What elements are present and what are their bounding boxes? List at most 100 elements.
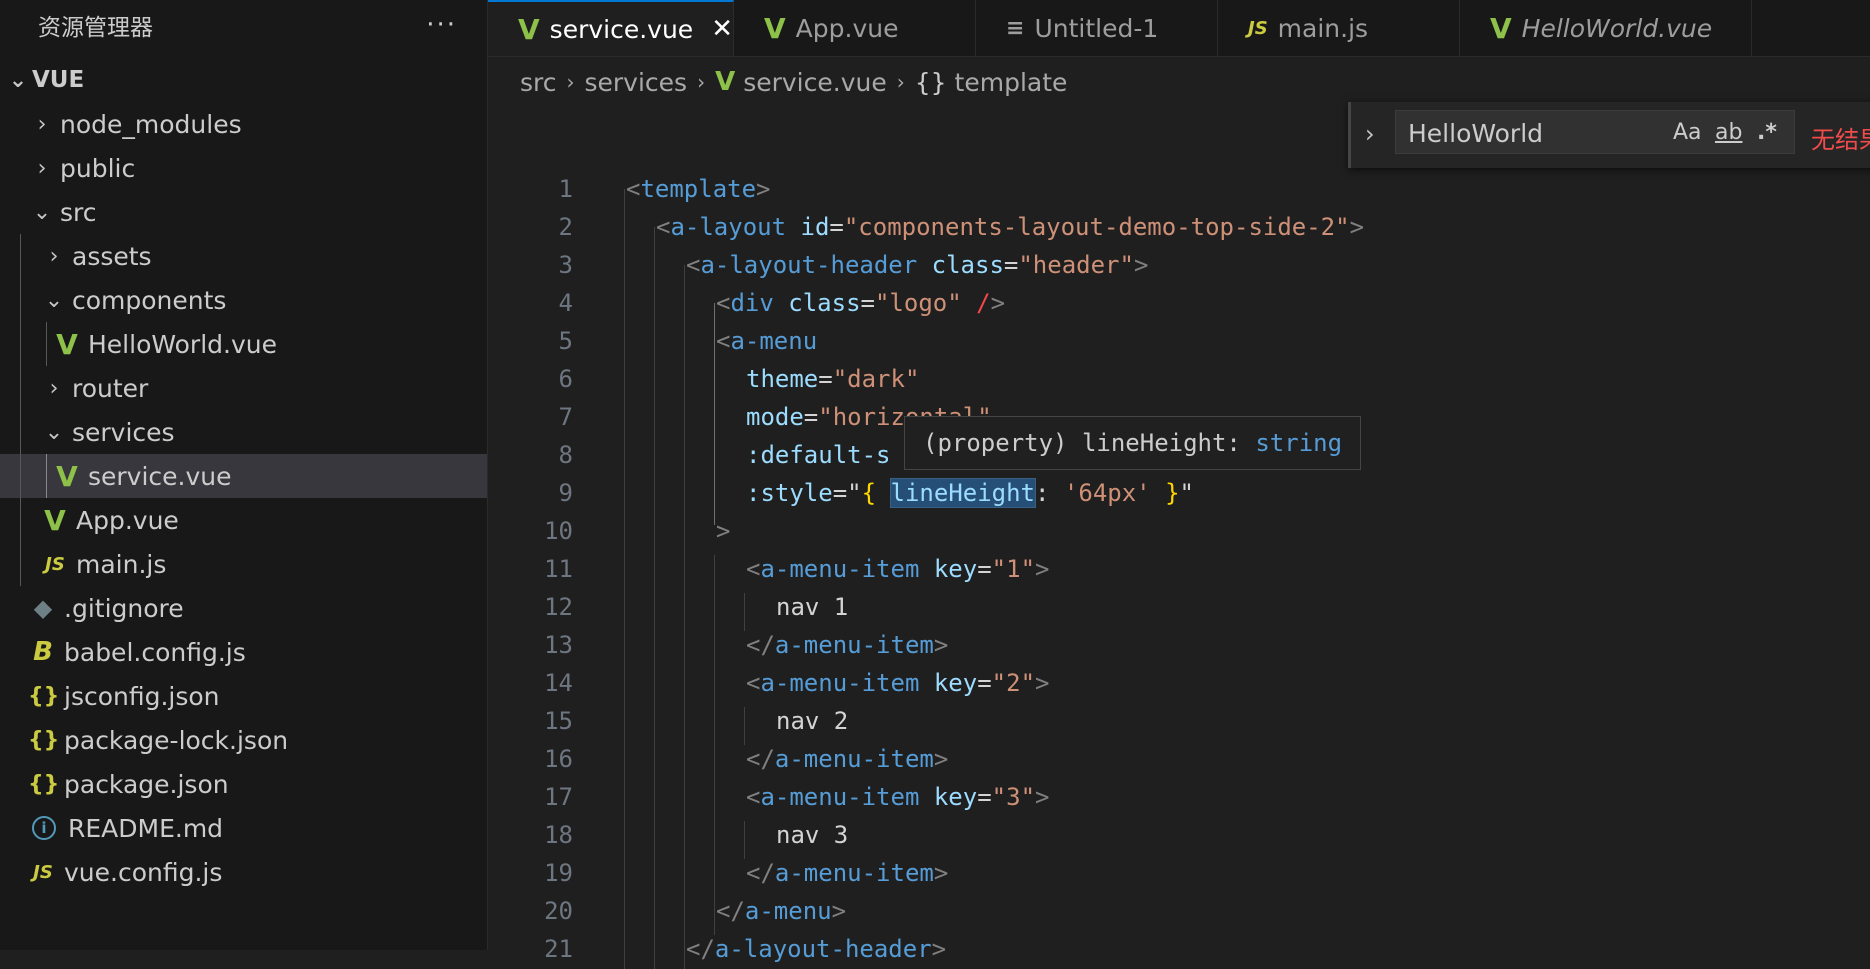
tree-item-readme-md[interactable]: i README.md [0, 806, 487, 850]
code-text: nav 3 [776, 821, 849, 849]
close-icon[interactable]: ✕ [711, 14, 733, 44]
code-line: 16 </a-menu-item> [488, 740, 1868, 778]
tab-label: main.js [1277, 13, 1369, 43]
editor-tabs: Vservice.vue ✕ V App.vue ≡ Untitled-1 JS main.j… [488, 0, 1870, 57]
workspace-root-folder[interactable]: ⌄ VUE [0, 58, 487, 102]
chevron-right-icon: › [896, 70, 905, 94]
code-line: 18 nav 3 [488, 816, 1868, 854]
code-text: <a-menu [716, 327, 818, 355]
code-line: 14 <a-menu-item key="2"> [488, 664, 1868, 702]
breadcrumb-file[interactable]: service.vue [743, 68, 887, 97]
tree-item-app-vue[interactable]: V App.vue [0, 498, 487, 542]
tree-item-src[interactable]: ⌄ src [0, 190, 487, 234]
line-number: 13 [544, 631, 573, 659]
code-line: 19 </a-menu-item> [488, 854, 1868, 892]
line-number: 2 [558, 213, 573, 241]
file-tree: › node_modules › public ⌄ src › assets ⌄ componen… [0, 102, 487, 894]
tree-item-router[interactable]: › router [0, 366, 487, 410]
tree-item-package-lock-json[interactable]: {} package-lock.json [0, 718, 487, 762]
tree-item-jsconfig-json[interactable]: {} jsconfig.json [0, 674, 487, 718]
hover-type: string [1255, 429, 1343, 457]
tree-item-main-js[interactable]: JS main.js [0, 542, 487, 586]
breadcrumb-symbol[interactable]: template [955, 68, 1068, 97]
line-number: 3 [558, 251, 573, 279]
tree-item-services[interactable]: ⌄ services [0, 410, 487, 454]
line-number: 15 [544, 707, 573, 735]
tree-item-label: package.json [64, 769, 229, 799]
code-line: 15 nav 2 [488, 702, 1868, 740]
code-text: theme="dark" [746, 365, 920, 393]
vue-icon: V [715, 67, 736, 97]
tree-item-assets[interactable]: › assets [0, 234, 487, 278]
code-text: </a-menu-item> [746, 745, 949, 773]
more-actions-icon[interactable]: ··· [426, 10, 457, 40]
explorer-sidebar: 资源管理器 ··· ⌄ VUE › node_modules › public ⌄ src… [0, 0, 488, 950]
vue-icon: V [518, 12, 540, 46]
tree-indent-guide [20, 366, 21, 410]
tab-label: HelloWorld.vue [1521, 13, 1713, 43]
tab-service-vue[interactable]: Vservice.vue ✕ [488, 0, 734, 56]
tree-item-label: babel.config.js [64, 637, 246, 667]
tree-item-label: services [72, 417, 175, 447]
tree-item-label: .gitignore [64, 593, 184, 623]
line-number: 11 [544, 555, 573, 583]
code-text: nav 1 [776, 593, 849, 621]
javascript-file-icon: JS [45, 553, 65, 575]
tree-item-label: HelloWorld.vue [88, 329, 277, 359]
breadcrumb-src[interactable]: src [520, 68, 557, 97]
tree-item-components[interactable]: ⌄ components [0, 278, 487, 322]
tree-item-label: router [72, 373, 149, 403]
chevron-right-icon: › [37, 111, 47, 137]
code-text: <a-menu-item key="1"> [746, 555, 1050, 583]
code-line: 12 nav 1 [488, 588, 1868, 626]
tree-item-vue-config-js[interactable]: JS vue.config.js [0, 850, 487, 894]
vue-file-icon: V [56, 459, 78, 493]
code-line: 2 <a-layout id="components-layout-demo-to… [488, 208, 1868, 246]
tree-indent-guide [46, 322, 47, 366]
code-line: 6 theme="dark" [488, 360, 1868, 398]
code-editor[interactable]: 1 <template> 2 <a-layout id="components-lay… [488, 170, 1870, 969]
tree-item-label: package-lock.json [64, 725, 289, 755]
code-text: <div class="logo" /> [716, 289, 1006, 317]
git-file-icon: ◆ [33, 594, 53, 622]
tree-indent-guide [46, 454, 47, 498]
javascript-file-icon: JS [33, 861, 53, 883]
code-text: <a-layout-header class="header"> [686, 251, 1149, 279]
tab-main-js[interactable]: JS main.js [1218, 0, 1460, 56]
tree-item-service-vue[interactable]: Vservice.vue [0, 454, 487, 498]
code-text: </a-layout-header> [686, 935, 947, 963]
tree-item-label: service.vue [88, 461, 232, 491]
code-text: <a-layout id="components-layout-demo-top… [656, 213, 1365, 241]
tree-item-helloworld-vue[interactable]: V HelloWorld.vue [0, 322, 487, 366]
code-line: 21 </a-layout-header> [488, 930, 1868, 968]
tree-item-gitignore[interactable]: ◆ .gitignore [0, 586, 487, 630]
toggle-replace-chevron-icon[interactable]: › [1365, 120, 1375, 148]
babel-file-icon: B [33, 637, 53, 667]
chevron-down-icon: ⌄ [44, 419, 64, 445]
vue-icon: V [764, 11, 786, 45]
tree-item-node-modules[interactable]: › node_modules [0, 102, 487, 146]
tab-helloworld-vue[interactable]: V HelloWorld.vue [1460, 0, 1752, 56]
vue-file-icon: V [56, 327, 78, 361]
tree-item-label: node_modules [60, 109, 242, 139]
vue-icon: V [1490, 11, 1512, 45]
code-line: 9:style="{ lineHeight: '64px' }" [488, 474, 1868, 512]
regex-icon[interactable]: .* [1757, 120, 1777, 145]
tree-item-babel-config-js[interactable]: Bbabel.config.js [0, 630, 487, 674]
chevron-down-icon: ⌄ [44, 287, 64, 313]
tree-item-public[interactable]: › public [0, 146, 487, 190]
breadcrumb-services[interactable]: services [585, 68, 688, 97]
tree-item-package-json[interactable]: {} package.json [0, 762, 487, 806]
tree-indent-guide [20, 410, 21, 454]
explorer-header: 资源管理器 ··· [0, 0, 487, 50]
tree-item-label: App.vue [76, 505, 179, 535]
tree-item-label: vue.config.js [64, 857, 223, 887]
match-case-icon[interactable]: Aa [1673, 120, 1702, 145]
tree-indent-guide [20, 234, 21, 278]
line-number: 18 [544, 821, 573, 849]
workspace-root-label: VUE [32, 67, 85, 93]
tab-app-vue[interactable]: V App.vue [734, 0, 976, 56]
tab-untitled-1[interactable]: ≡ Untitled-1 [976, 0, 1218, 56]
whole-word-icon[interactable]: ab [1715, 120, 1742, 145]
tree-item-label: README.md [68, 813, 224, 843]
